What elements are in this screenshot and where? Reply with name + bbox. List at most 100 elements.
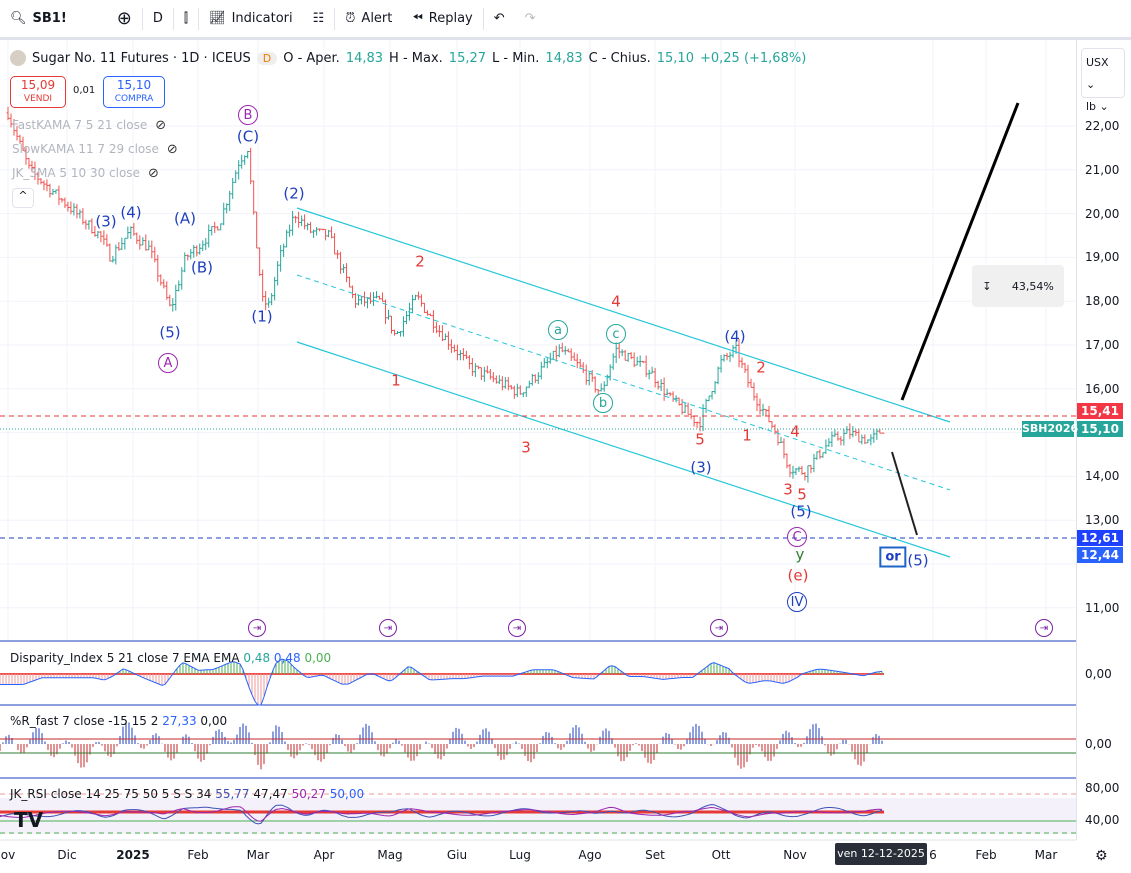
time-tick: Feb [187,848,209,862]
value: 55,77 [215,787,250,801]
redo-button[interactable]: ↷ [515,0,546,39]
price-tick: 19,00 [1085,250,1120,265]
rsi-band [0,798,1076,834]
price-tick: 20,00 [1085,206,1120,221]
price-tick: 17,00 [1085,338,1120,352]
measure-label: ↧ 43,54% [972,265,1064,307]
market-status-badge: D [256,51,278,65]
crosshair-date-label: ven 12-12-2025 [835,843,927,865]
rsi-legend: JK_RSI close 14 25 75 50 5 S S 34 55,77 … [10,787,364,801]
settings-gear-icon[interactable]: ⚙ [1095,848,1108,864]
jump-arrow-icon[interactable]: ⇥ [710,619,728,637]
unit-select[interactable]: lb ⌄ [1086,96,1120,118]
wave-label: 5 [695,430,705,449]
interval-button[interactable]: D [143,0,173,39]
time-tick: 2025 [116,848,150,862]
rsi-axis-tick: 40,00 [1085,813,1120,827]
buy-button[interactable]: 15,10 COMPRA [103,76,165,108]
wave-label: B [238,105,258,125]
collapse-legend-button[interactable]: ^ [12,188,34,208]
wave-label: (3) [690,458,712,477]
time-tick: Feb [975,848,997,862]
bar-style-button[interactable]: ⫿ [174,0,198,39]
buy-price: 15,10 [116,78,152,92]
undo-button[interactable]: ↶ [484,0,515,39]
measure-icon: ↧ [982,279,992,293]
disparity-legend: Disparity_Index 5 21 close 7 EMA EMA 0,4… [10,651,331,665]
wave-label: 5 [797,485,807,504]
eye-off-icon[interactable]: ⊘ [155,118,166,133]
time-tick: Nov [783,848,807,862]
alert-button[interactable]: ⏰︎ Alert [335,0,402,39]
jump-arrow-icon[interactable]: ⇥ [248,619,266,637]
value: 27,33 [162,714,197,728]
wave-label: (1) [251,307,273,326]
indicator-slowkama[interactable]: SlowKAMA 11 7 29 close ⊘ [12,142,178,157]
time-tick: Lug [509,848,531,862]
last-price-tag: 15,10 [1077,421,1123,437]
buy-label: COMPRA [114,94,154,104]
low-label: L - Min. [492,50,540,66]
sell-price: 15,09 [20,78,56,92]
indicator-fastkama[interactable]: FastKAMA 7 5 21 close ⊘ [12,118,166,133]
wave-label: (5) [790,502,812,521]
high-label: H - Max. [389,50,443,66]
unit-selector[interactable]: USX ⌄ lb ⌄ [1081,48,1125,113]
value: 0,00 [304,651,332,665]
pane-title: JK_RSI close 14 25 75 50 5 S S 34 [10,787,212,801]
chevron-down-icon: ⌄ [1099,100,1109,113]
price-tick: 16,00 [1085,381,1120,396]
plus-circle-icon: ⊕ [116,8,132,29]
indicator-label: JK_3MA 5 10 30 close [12,166,140,180]
currency-select[interactable]: USX ⌄ [1086,52,1120,96]
value: 0,48 [273,651,301,665]
indicator-label: FastKAMA 7 5 21 close [12,118,148,132]
layouts-button[interactable]: ☷ [303,0,335,39]
pane-title: %R_fast 7 close -15 15 2 [10,714,159,728]
projection-down [891,451,918,536]
redo-icon: ↷ [524,11,536,26]
eye-off-icon[interactable]: ⊘ [148,166,159,181]
price-tag-blue-2: 12,44 [1077,547,1123,563]
wr-legend: %R_fast 7 close -15 15 2 27,33 0,00 [10,714,227,728]
eye-off-icon[interactable]: ⊘ [167,142,178,157]
disparity-axis-tick: 0,00 [1085,667,1112,681]
sell-button[interactable]: 15,09 VENDI [10,76,66,108]
price-tag-red: 15,41 [1077,403,1123,419]
sell-label: VENDI [23,94,53,104]
compare-button[interactable]: ⊕ [107,0,142,39]
rsi-axis-tick: 80,00 [1085,781,1120,795]
price-axis[interactable]: USX ⌄ lb ⌄ 22,00 21,00 20,00 19,00 18,00 17,0… [1076,40,1131,864]
time-tick: Ago [578,848,602,862]
wave-label: c [606,324,626,344]
wr-axis-tick: 0,00 [1085,737,1112,751]
jump-arrow-icon[interactable]: ⇥ [1035,619,1053,637]
jump-arrow-icon[interactable]: ⇥ [379,619,397,637]
replay-button[interactable]: ⏪︎ Replay [402,0,482,39]
grid-icon: ☷ [312,11,325,26]
wave-label: 3 [521,438,531,457]
wave-label: IV [787,592,807,612]
price-tick: 11,00 [1085,600,1120,615]
wave-label: C [787,527,807,547]
indicator-label: SlowKAMA 11 7 29 close [12,142,159,156]
time-tick: 6 [929,848,937,862]
price-tick: 22,00 [1085,119,1120,133]
bars-icon: ⫿ [183,11,189,26]
indicators-button[interactable]: 📈︎ Indicatori [199,0,303,39]
wave-label: (5) [907,551,929,570]
chart-icon: 📈︎ [209,11,226,26]
wave-label: 1 [391,371,401,390]
wave-label: (B) [191,258,213,277]
price-chart[interactable] [0,40,1076,873]
pane-title: Disparity_Index 5 21 close 7 EMA EMA [10,651,240,665]
wave-label: 4 [790,422,800,441]
price-tick: 21,00 [1085,162,1120,177]
wave-label: a [548,320,568,340]
top-toolbar: 🔍︎ SB1! ⊕ D ⫿ 📈︎ Indicatori ☷ ⏰︎ Alert ⏪︎ Re… [0,0,1131,40]
wave-label: (2) [283,184,305,203]
spread: 0,01 [73,85,96,96]
jump-arrow-icon[interactable]: ⇥ [508,619,526,637]
indicator-jk3ma[interactable]: JK_3MA 5 10 30 close ⊘ [12,166,159,181]
symbol-search[interactable]: 🔍︎ SB1! [0,0,77,39]
